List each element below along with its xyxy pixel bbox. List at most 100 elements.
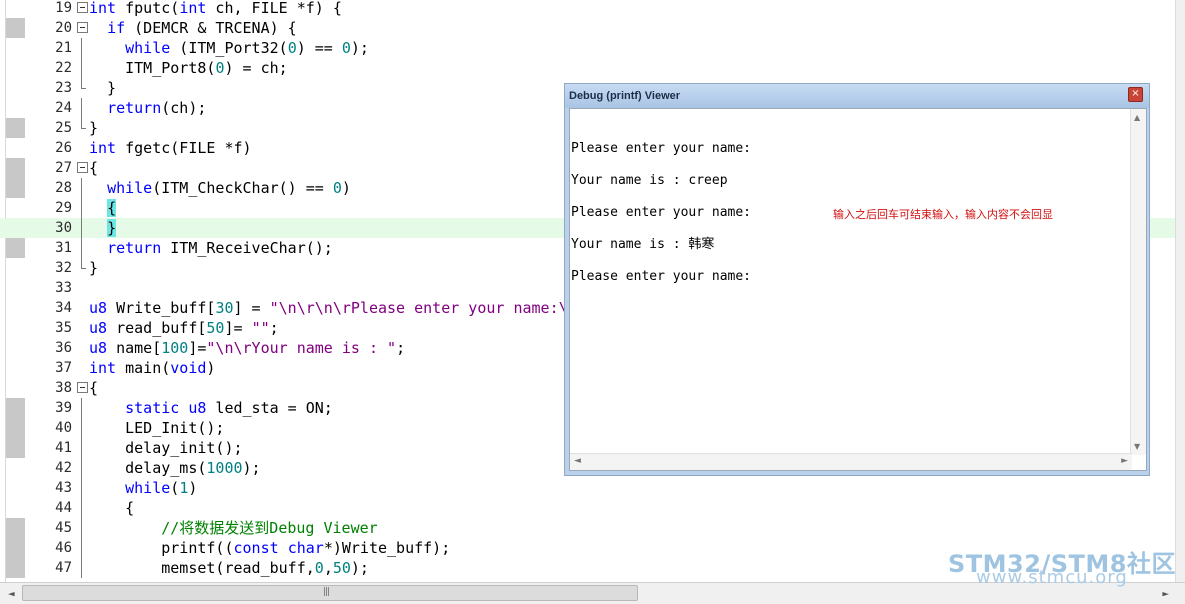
fold-gutter — [76, 338, 88, 358]
line-number: 26 — [55, 140, 72, 156]
debug-scroll-right-icon[interactable]: ► — [1121, 456, 1128, 466]
line-number: 22 — [55, 60, 72, 76]
code-text: delay_ms(1000); — [89, 459, 261, 477]
fold-end-icon — [76, 258, 88, 278]
fold-collapse-icon[interactable] — [76, 378, 88, 398]
code-text: } — [89, 119, 99, 137]
fold-guide-line — [76, 438, 88, 458]
debug-window-title: Debug (printf) Viewer — [569, 90, 681, 102]
code-text: while (ITM_Port32(0) == 0); — [125, 39, 369, 57]
fold-collapse-icon[interactable] — [76, 18, 88, 38]
scroll-down-arrow-icon[interactable]: ▼ — [1134, 442, 1140, 451]
code-text: } — [107, 219, 117, 237]
watermark-url: www.stmcu.org — [976, 567, 1128, 588]
code-text: { — [107, 199, 117, 217]
fold-gutter — [76, 138, 88, 158]
code-text: u8 Write_buff[30] = "\n\r\n\rPlease ente… — [89, 299, 568, 317]
code-line[interactable]: 44 { — [0, 498, 1175, 518]
fold-guide-line — [76, 198, 88, 218]
fold-guide-line — [76, 538, 88, 558]
line-number: 28 — [55, 180, 72, 196]
fold-guide-line — [76, 418, 88, 438]
fold-guide-line — [76, 178, 88, 198]
line-number: 42 — [55, 460, 72, 476]
debug-scroll-left-icon[interactable]: ◄ — [574, 456, 581, 466]
debug-output-line: Please enter your name: — [571, 269, 752, 284]
scroll-up-arrow-icon[interactable]: ▲ — [1134, 113, 1140, 122]
line-number: 47 — [55, 560, 72, 576]
code-text: LED_Init(); — [89, 419, 225, 437]
code-text: return(ch); — [107, 99, 207, 117]
line-number: 21 — [55, 40, 72, 56]
debug-output-area[interactable]: Please enter your name: Your name is : cr… — [569, 108, 1147, 471]
line-number: 38 — [55, 380, 72, 396]
code-line[interactable]: 45 //将数据发送到Debug Viewer — [0, 518, 1175, 538]
code-text: u8 read_buff[50]= ""; — [89, 319, 279, 337]
fold-guide-line — [76, 218, 88, 238]
horizontal-scroll-thumb[interactable]: ||| — [22, 585, 638, 601]
line-number: 35 — [55, 320, 72, 336]
debug-output-line: Your name is : 韩寒 — [571, 237, 715, 252]
line-number: 29 — [55, 200, 72, 216]
fold-guide-line — [76, 38, 88, 58]
debug-output-line: Please enter your name: — [571, 205, 752, 220]
fold-collapse-icon[interactable] — [76, 158, 88, 178]
line-number: 37 — [55, 360, 72, 376]
scroll-grip-icon: ||| — [323, 587, 330, 597]
debug-output-line: Your name is : creep — [571, 173, 728, 188]
line-number: 19 — [55, 0, 72, 16]
code-text: u8 name[100]="\n\rYour name is : "; — [89, 339, 406, 357]
red-annotation-note: 输入之后回车可结束输入，输入内容不会回显 — [833, 208, 1053, 221]
fold-gutter — [76, 278, 88, 298]
fold-collapse-icon[interactable] — [76, 0, 88, 18]
code-text: memset(read_buff,0,50); — [89, 559, 369, 577]
code-text: while(1) — [125, 479, 198, 497]
fold-guide-line — [76, 498, 88, 518]
fold-guide-line — [76, 238, 88, 258]
code-text: delay_init(); — [89, 439, 243, 457]
line-number: 44 — [55, 500, 72, 516]
line-number: 41 — [55, 440, 72, 456]
code-line[interactable]: 19 int fputc(int ch, FILE *f) { — [0, 0, 1175, 18]
code-text: ITM_Port8(0) = ch; — [89, 59, 288, 77]
code-text: { — [89, 159, 99, 177]
debug-printf-viewer-window[interactable]: Debug (printf) Viewer × Please enter you… — [564, 83, 1150, 476]
fold-guide-line — [76, 558, 88, 578]
line-number: 46 — [55, 540, 72, 556]
line-number: 32 — [55, 260, 72, 276]
line-number: 43 — [55, 480, 72, 496]
fold-guide-line — [76, 518, 88, 538]
code-text: int fputc(int ch, FILE *f) { — [89, 0, 342, 17]
fold-guide-line — [76, 98, 88, 118]
debug-horizontal-scrollbar[interactable]: ◄ ► — [570, 453, 1132, 470]
debug-output-line: Please enter your name: — [571, 141, 752, 156]
line-number: 24 — [55, 100, 72, 116]
line-number: 30 — [55, 220, 72, 236]
editor-vertical-scrollbar[interactable] — [1175, 0, 1185, 582]
code-text: { — [89, 379, 99, 397]
line-number: 39 — [55, 400, 72, 416]
code-text: int main(void) — [89, 359, 216, 377]
code-line[interactable]: 22 ITM_Port8(0) = ch; — [0, 58, 1175, 78]
code-line[interactable]: 21 while (ITM_Port32(0) == 0); — [0, 38, 1175, 58]
debug-window-titlebar[interactable]: Debug (printf) Viewer × — [565, 84, 1149, 108]
fold-gutter — [76, 318, 88, 338]
close-icon[interactable]: × — [1128, 87, 1143, 102]
line-number: 25 — [55, 120, 72, 136]
code-line[interactable]: 20 if (DEMCR & TRCENA) { — [0, 18, 1175, 38]
code-line[interactable]: 43 while(1) — [0, 478, 1175, 498]
line-number: 23 — [55, 80, 72, 96]
code-text: } — [89, 79, 117, 97]
scroll-left-arrow-icon[interactable]: ◄ — [8, 587, 15, 600]
fold-guide-line — [76, 478, 88, 498]
code-text: printf((const char*)Write_buff); — [89, 539, 451, 557]
line-number: 45 — [55, 520, 72, 536]
line-number: 27 — [55, 160, 72, 176]
code-text: } — [89, 259, 99, 277]
code-text: int fgetc(FILE *f) — [89, 139, 252, 157]
debug-vertical-scrollbar[interactable]: ▲ ▼ — [1130, 109, 1146, 455]
fold-gutter — [76, 358, 88, 378]
code-text: static u8 led_sta = ON; — [125, 399, 333, 417]
scroll-right-arrow-icon[interactable]: ► — [1162, 587, 1169, 600]
fold-guide-line — [76, 398, 88, 418]
